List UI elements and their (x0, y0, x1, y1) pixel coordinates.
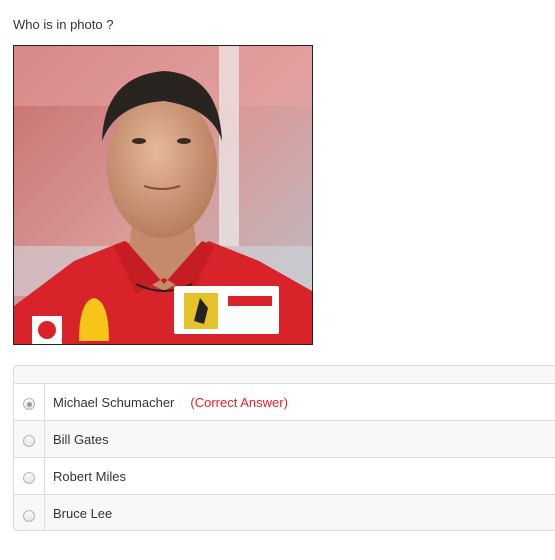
answer-label-cell: Bill Gates (45, 421, 109, 457)
radio-cell (14, 421, 45, 457)
answer-list: Michael Schumacher (Correct Answer) Bill… (13, 365, 555, 531)
answer-radio-4[interactable] (23, 509, 35, 522)
radio-selected-dot (26, 401, 32, 407)
answer-list-header (14, 366, 555, 384)
answer-radio-1[interactable] (23, 398, 35, 410)
answer-label-cell: Michael Schumacher (Correct Answer) (45, 384, 288, 420)
correct-answer-note: (Correct Answer) (190, 394, 288, 410)
question-text: Who is in photo ? (13, 17, 114, 32)
radio-cell (14, 458, 45, 494)
answer-radio-2[interactable] (23, 435, 35, 447)
answer-label[interactable]: Michael Schumacher (53, 395, 174, 410)
answer-option-2[interactable]: Bill Gates (14, 421, 555, 458)
radio-cell (14, 384, 45, 420)
driver-portrait-image (14, 46, 312, 344)
answer-option-4[interactable]: Bruce Lee (14, 495, 555, 530)
answer-label[interactable]: Bruce Lee (53, 506, 112, 521)
answer-label[interactable]: Bill Gates (53, 432, 109, 447)
answer-label-cell: Bruce Lee (45, 495, 112, 530)
answer-option-3[interactable]: Robert Miles (14, 458, 555, 495)
answer-radio-3[interactable] (23, 472, 35, 484)
answer-label[interactable]: Robert Miles (53, 469, 126, 484)
radio-cell (14, 495, 45, 530)
question-photo (13, 45, 313, 345)
answer-option-1[interactable]: Michael Schumacher (Correct Answer) (14, 384, 555, 421)
answer-label-cell: Robert Miles (45, 458, 126, 494)
